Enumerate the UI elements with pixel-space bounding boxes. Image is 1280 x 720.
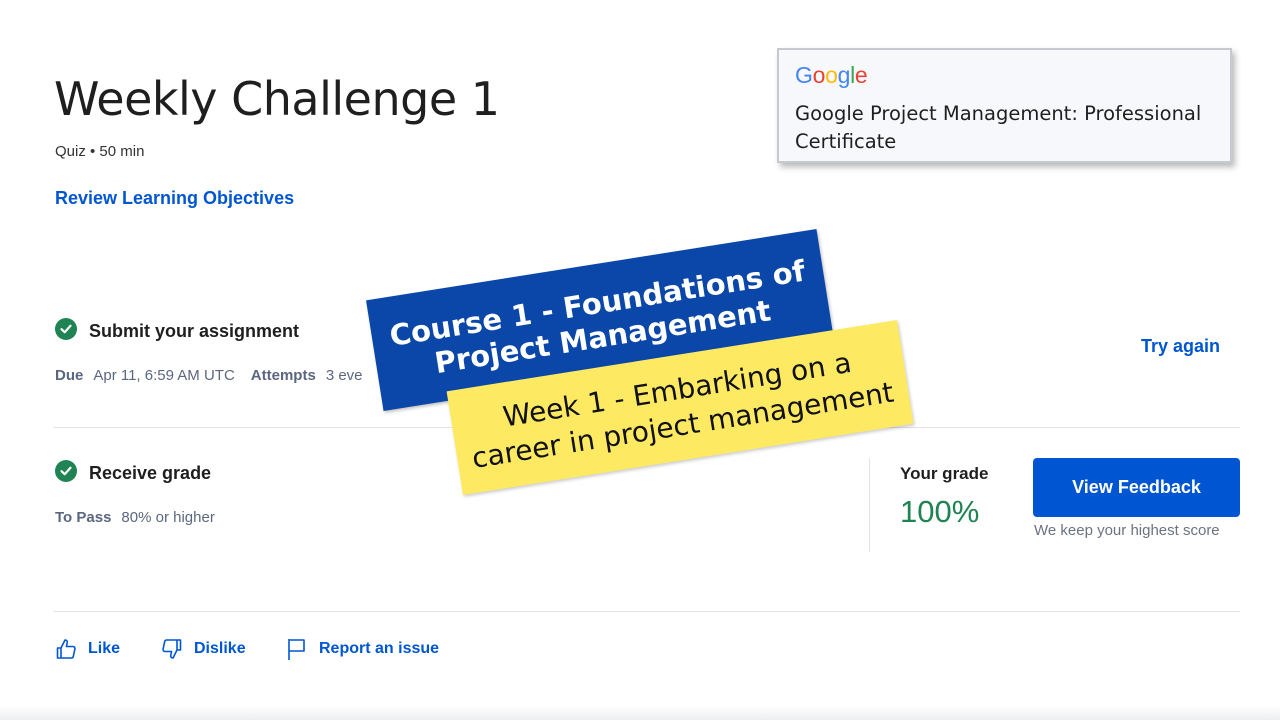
check-circle-icon [55,460,77,482]
due-value: Apr 11, 6:59 AM UTC [93,367,235,384]
highest-score-note: We keep your highest score [1034,522,1220,539]
bottom-edge [0,706,1280,720]
your-grade-value: 100% [900,494,980,529]
report-issue-button[interactable]: Report an issue [285,637,439,661]
to-pass-value: 80% or higher [121,509,215,526]
your-grade-label: Your grade [900,464,989,483]
flag-icon [288,639,305,660]
attempts-value: 3 eve [325,367,363,384]
thumbs-up-icon [56,639,76,659]
review-learning-objectives-link[interactable]: Review Learning Objectives [55,188,294,209]
page-title: Weekly Challenge 1 [54,72,500,126]
check-circle-icon [55,318,77,340]
view-feedback-button[interactable]: View Feedback [1033,458,1240,517]
section-divider [54,611,1240,612]
like-label: Like [88,640,121,657]
submit-step-meta: Due Apr 11, 6:59 AM UTC Attempts 3 eve [55,367,363,384]
grade-step-meta: To Pass 80% or higher [55,509,215,526]
google-logo: Google [795,62,868,88]
thumbs-down-icon [162,639,182,659]
try-again-button[interactable]: Try again [1141,336,1220,357]
dislike-button[interactable]: Dislike [160,637,246,661]
submit-step-title: Submit your assignment [89,321,300,341]
certificate-title: Google Project Management: Professional … [795,102,1202,153]
attempts-label: Attempts [250,367,316,384]
grade-step-title: Receive grade [89,463,212,483]
grade-divider [869,458,870,552]
due-label: Due [55,367,84,384]
to-pass-label: To Pass [55,509,112,526]
report-issue-label: Report an issue [319,640,440,657]
dislike-label: Dislike [194,640,246,657]
quiz-meta: Quiz • 50 min [55,143,145,160]
like-button[interactable]: Like [54,637,120,661]
certificate-card: Google Google Project Management: Profes… [777,48,1232,163]
